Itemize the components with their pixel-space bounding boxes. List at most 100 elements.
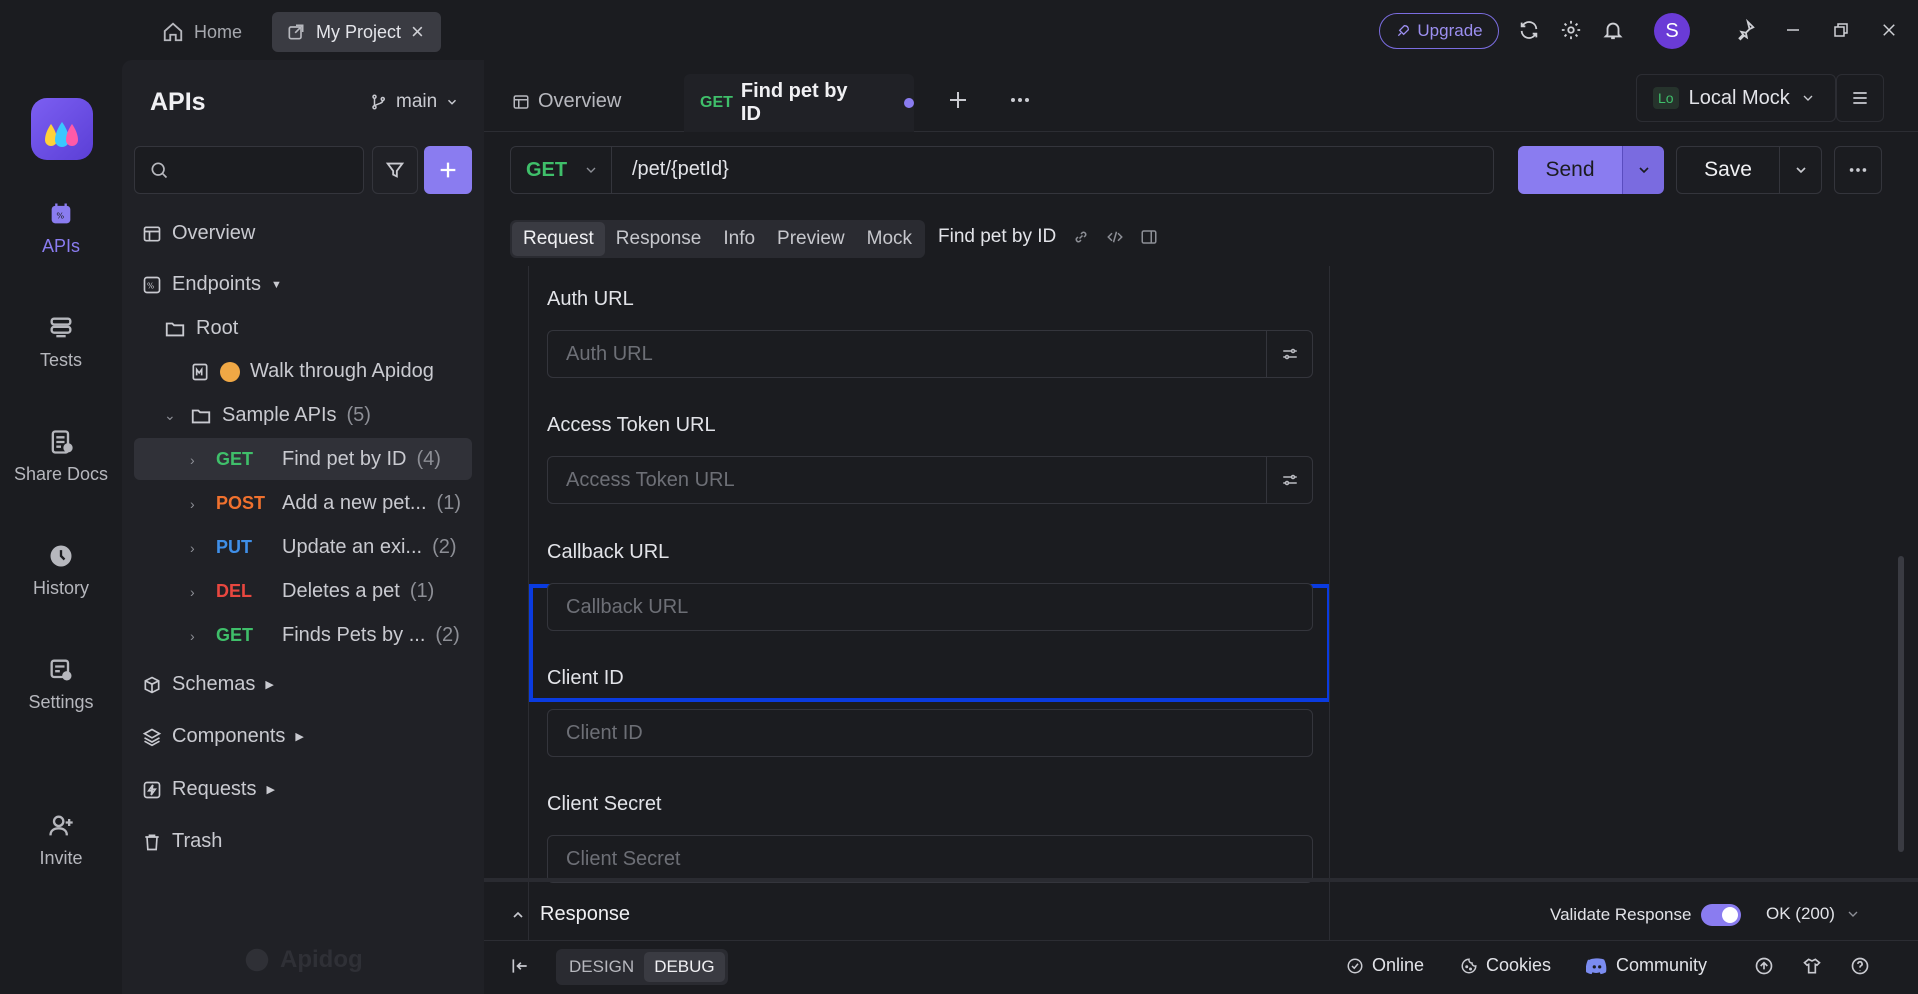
branch-selector[interactable]: main <box>370 91 459 113</box>
split-panel-icon[interactable] <box>1140 228 1158 246</box>
endpoint-row[interactable]: › POST Add a new pet... (1) <box>190 492 461 515</box>
access-token-url-input[interactable]: Access Token URL <box>547 456 1313 504</box>
client-secret-input[interactable]: Client Secret <box>547 835 1313 883</box>
app-logo[interactable] <box>31 98 93 160</box>
save-dropdown-button[interactable] <box>1780 146 1822 194</box>
code-icon[interactable] <box>1106 228 1124 246</box>
subtab-preview[interactable]: Preview <box>766 222 856 256</box>
response-toggle[interactable]: Response <box>510 903 630 926</box>
scrollbar-thumb[interactable] <box>1898 556 1904 852</box>
restore-icon[interactable] <box>1826 15 1856 45</box>
online-status[interactable]: Online <box>1346 955 1424 976</box>
refresh-icon[interactable] <box>1514 15 1544 45</box>
upload-button[interactable] <box>1754 956 1774 976</box>
endpoint-name: Update an exi... <box>282 536 423 558</box>
mode-debug[interactable]: DEBUG <box>644 952 725 982</box>
sidebar-item-overview[interactable]: Overview <box>142 222 255 245</box>
sliders-icon <box>1282 474 1297 486</box>
chevron-right-icon: › <box>190 451 195 468</box>
validate-response-label: Validate Response <box>1550 905 1692 924</box>
save-button[interactable]: Save <box>1676 146 1780 194</box>
mode-design[interactable]: DESIGN <box>559 952 644 982</box>
rail-apis[interactable]: % APIs <box>0 200 122 257</box>
close-window-icon[interactable] <box>1874 15 1904 45</box>
rail-history[interactable]: History <box>0 542 122 599</box>
help-button[interactable] <box>1850 956 1870 976</box>
sidebar-item-components[interactable]: Components ▶ <box>142 725 304 748</box>
chevron-down-icon <box>1800 90 1816 106</box>
menu-button[interactable] <box>1836 74 1884 122</box>
sidebar-item-requests[interactable]: Requests ▶ <box>142 778 275 801</box>
rail-apis-label: APIs <box>41 236 80 256</box>
send-button[interactable]: Send <box>1518 146 1622 194</box>
auth-url-label: Auth URL <box>547 288 634 310</box>
rocket-icon <box>1395 23 1411 39</box>
sliders-icon <box>1282 348 1297 360</box>
tab-find-pet[interactable]: GET Find pet by ID <box>684 74 914 132</box>
sidebar-item-schemas[interactable]: Schemas ▶ <box>142 673 274 696</box>
filter-button[interactable] <box>372 146 418 194</box>
status-code-select[interactable]: OK (200) <box>1766 904 1861 924</box>
sidebar-item-trash[interactable]: Trash <box>142 830 222 853</box>
avatar[interactable]: S <box>1654 13 1690 49</box>
access-token-url-variable-button[interactable] <box>1266 457 1312 503</box>
endpoint-row[interactable]: › PUT Update an exi... (2) <box>190 536 457 559</box>
subtab-info[interactable]: Info <box>712 222 766 256</box>
new-tab-button[interactable] <box>946 88 970 112</box>
arrow-up-circle-icon <box>1754 956 1774 976</box>
status-code-label: OK (200) <box>1766 904 1835 923</box>
more-tabs-button[interactable] <box>1008 88 1032 112</box>
search-icon <box>149 160 169 180</box>
tree-root-label: Root <box>196 317 239 339</box>
chevron-up-icon <box>510 907 526 923</box>
rail-tests[interactable]: Tests <box>0 314 122 371</box>
add-button[interactable] <box>424 146 472 194</box>
tab-home[interactable]: Home <box>148 12 256 52</box>
branch-icon <box>370 93 388 111</box>
client-secret-placeholder: Client Secret <box>566 847 681 870</box>
search-input[interactable] <box>134 146 364 194</box>
url-input[interactable]: /pet/{petId} <box>632 158 729 181</box>
sidebar-item-endpoints[interactable]: % Endpoints ▼ <box>142 273 282 296</box>
upgrade-button[interactable]: Upgrade <box>1379 13 1499 49</box>
endpoint-row[interactable]: › GET Find pet by ID (4) <box>190 448 441 471</box>
tab-my-project[interactable]: My Project × <box>272 12 441 52</box>
environment-selector[interactable]: Lo Local Mock <box>1636 74 1836 122</box>
subtab-mock[interactable]: Mock <box>856 222 923 256</box>
gear-icon[interactable] <box>1556 15 1586 45</box>
community-button[interactable]: Community <box>1586 955 1707 976</box>
tree-sample-apis[interactable]: ⌄ Sample APIs (5) <box>164 404 371 427</box>
link-icon[interactable] <box>1072 228 1090 246</box>
callback-url-input[interactable]: Callback URL <box>547 583 1313 631</box>
rail-invite[interactable]: Invite <box>0 812 122 869</box>
tree-root[interactable]: Root <box>164 317 238 340</box>
close-icon[interactable]: × <box>411 19 424 45</box>
subtab-request[interactable]: Request <box>512 222 605 256</box>
theme-button[interactable] <box>1802 956 1822 976</box>
endpoint-row[interactable]: › DEL Deletes a pet (1) <box>190 580 434 603</box>
cookies-button[interactable]: Cookies <box>1460 955 1551 976</box>
collapse-sidebar-button[interactable] <box>510 956 530 976</box>
tree-sample-apis-count: (5) <box>346 404 371 426</box>
auth-url-input[interactable]: Auth URL <box>547 330 1313 378</box>
rail-settings[interactable]: Settings <box>0 656 122 713</box>
bell-icon[interactable] <box>1598 15 1628 45</box>
pin-icon[interactable] <box>1730 15 1760 45</box>
subtab-response[interactable]: Response <box>605 222 713 256</box>
panel-resize-handle[interactable] <box>484 878 1918 882</box>
endpoint-row[interactable]: › GET Finds Pets by ... (2) <box>190 624 460 647</box>
method-select[interactable]: GET <box>510 146 612 194</box>
rail-share-docs[interactable]: Share Docs <box>0 428 122 485</box>
send-dropdown-button[interactable] <box>1622 146 1664 194</box>
client-id-input[interactable]: Client ID <box>547 709 1313 757</box>
rail-settings-label: Settings <box>28 692 94 712</box>
minimize-icon[interactable] <box>1778 15 1808 45</box>
more-actions-button[interactable] <box>1834 146 1882 194</box>
sidebar-item-components-label: Components <box>172 725 286 747</box>
validate-response-toggle[interactable] <box>1701 904 1742 926</box>
request-subtabs: Request Response Info Preview Mock <box>510 220 926 258</box>
tree-walkthrough[interactable]: Walk through Apidog <box>190 360 434 383</box>
tab-overview[interactable]: Overview <box>512 90 621 113</box>
invite-icon <box>47 812 75 840</box>
auth-url-variable-button[interactable] <box>1266 331 1312 377</box>
